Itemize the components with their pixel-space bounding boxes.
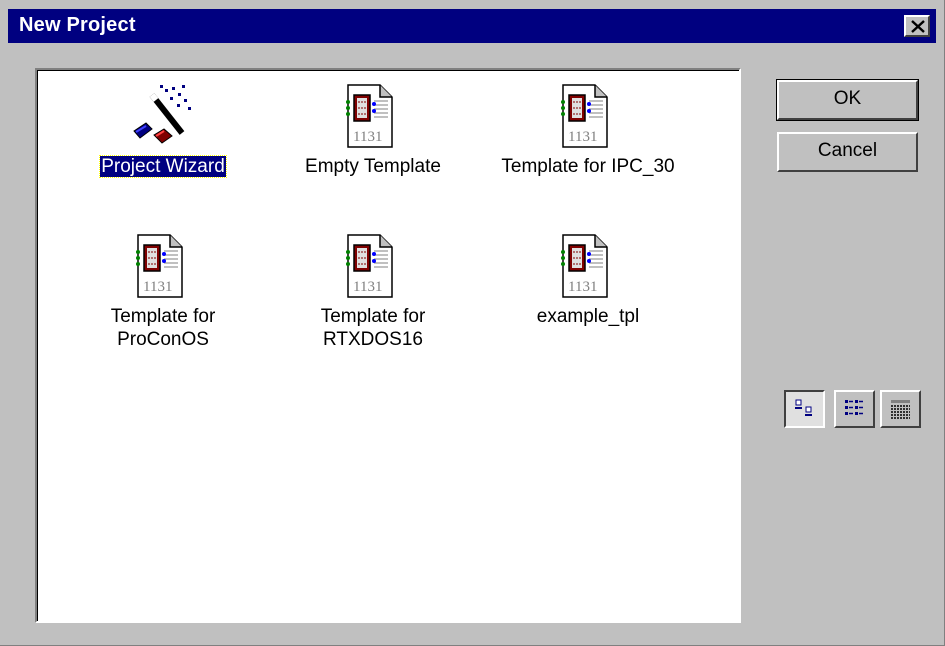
svg-text:1131: 1131: [353, 129, 382, 145]
large-icons-view-icon: [795, 399, 812, 416]
ok-button[interactable]: OK: [776, 79, 919, 121]
list-view-button[interactable]: [834, 390, 875, 428]
close-button[interactable]: [904, 15, 930, 37]
close-icon: [911, 20, 925, 33]
template-label: Template for RTXDOS16: [320, 306, 426, 350]
template-label: Template for IPC_30: [501, 156, 675, 177]
template-1131-icon: 1131: [561, 234, 608, 298]
template-label: Empty Template: [305, 156, 441, 177]
svg-text:1131: 1131: [568, 279, 597, 295]
template-1131-icon: 1131: [346, 84, 393, 148]
template-1131-icon: 1131: [346, 234, 393, 298]
svg-text:1131: 1131: [143, 279, 172, 295]
template-1131-icon: 1131: [561, 84, 608, 148]
details-view-icon: [891, 400, 910, 419]
title-bar[interactable]: New Project: [8, 9, 936, 43]
template-item-rtxdos16[interactable]: 1131 Template for RTXDOS16: [288, 233, 458, 353]
template-item-example-tpl[interactable]: 1131 example_tpl: [488, 233, 688, 343]
template-item-empty-template[interactable]: 1131 Empty Template: [288, 83, 458, 193]
details-view-button[interactable]: [880, 390, 921, 428]
template-label: Project Wizard: [99, 155, 227, 178]
template-label: example_tpl: [536, 306, 640, 327]
window-title: New Project: [19, 14, 136, 36]
svg-text:1131: 1131: [568, 129, 597, 145]
svg-text:1131: 1131: [353, 279, 382, 295]
template-item-proconos[interactable]: 1131 Template for ProConOS: [78, 233, 248, 353]
template-item-project-wizard[interactable]: Project Wizard: [78, 83, 248, 193]
large-icons-view-button[interactable]: [784, 390, 825, 428]
new-project-dialog: New Project Project Wizard 1131 Empty Te…: [0, 0, 945, 646]
template-list[interactable]: Project Wizard 1131 Empty Template 1131 …: [35, 68, 741, 623]
wizard-wand-icon: [133, 85, 191, 144]
template-label: Template for ProConOS: [110, 306, 216, 350]
list-view-icon: [845, 400, 863, 415]
cancel-button[interactable]: Cancel: [777, 132, 918, 172]
template-item-ipc-30[interactable]: 1131 Template for IPC_30: [488, 83, 688, 193]
template-1131-icon: 1131: [136, 234, 183, 298]
